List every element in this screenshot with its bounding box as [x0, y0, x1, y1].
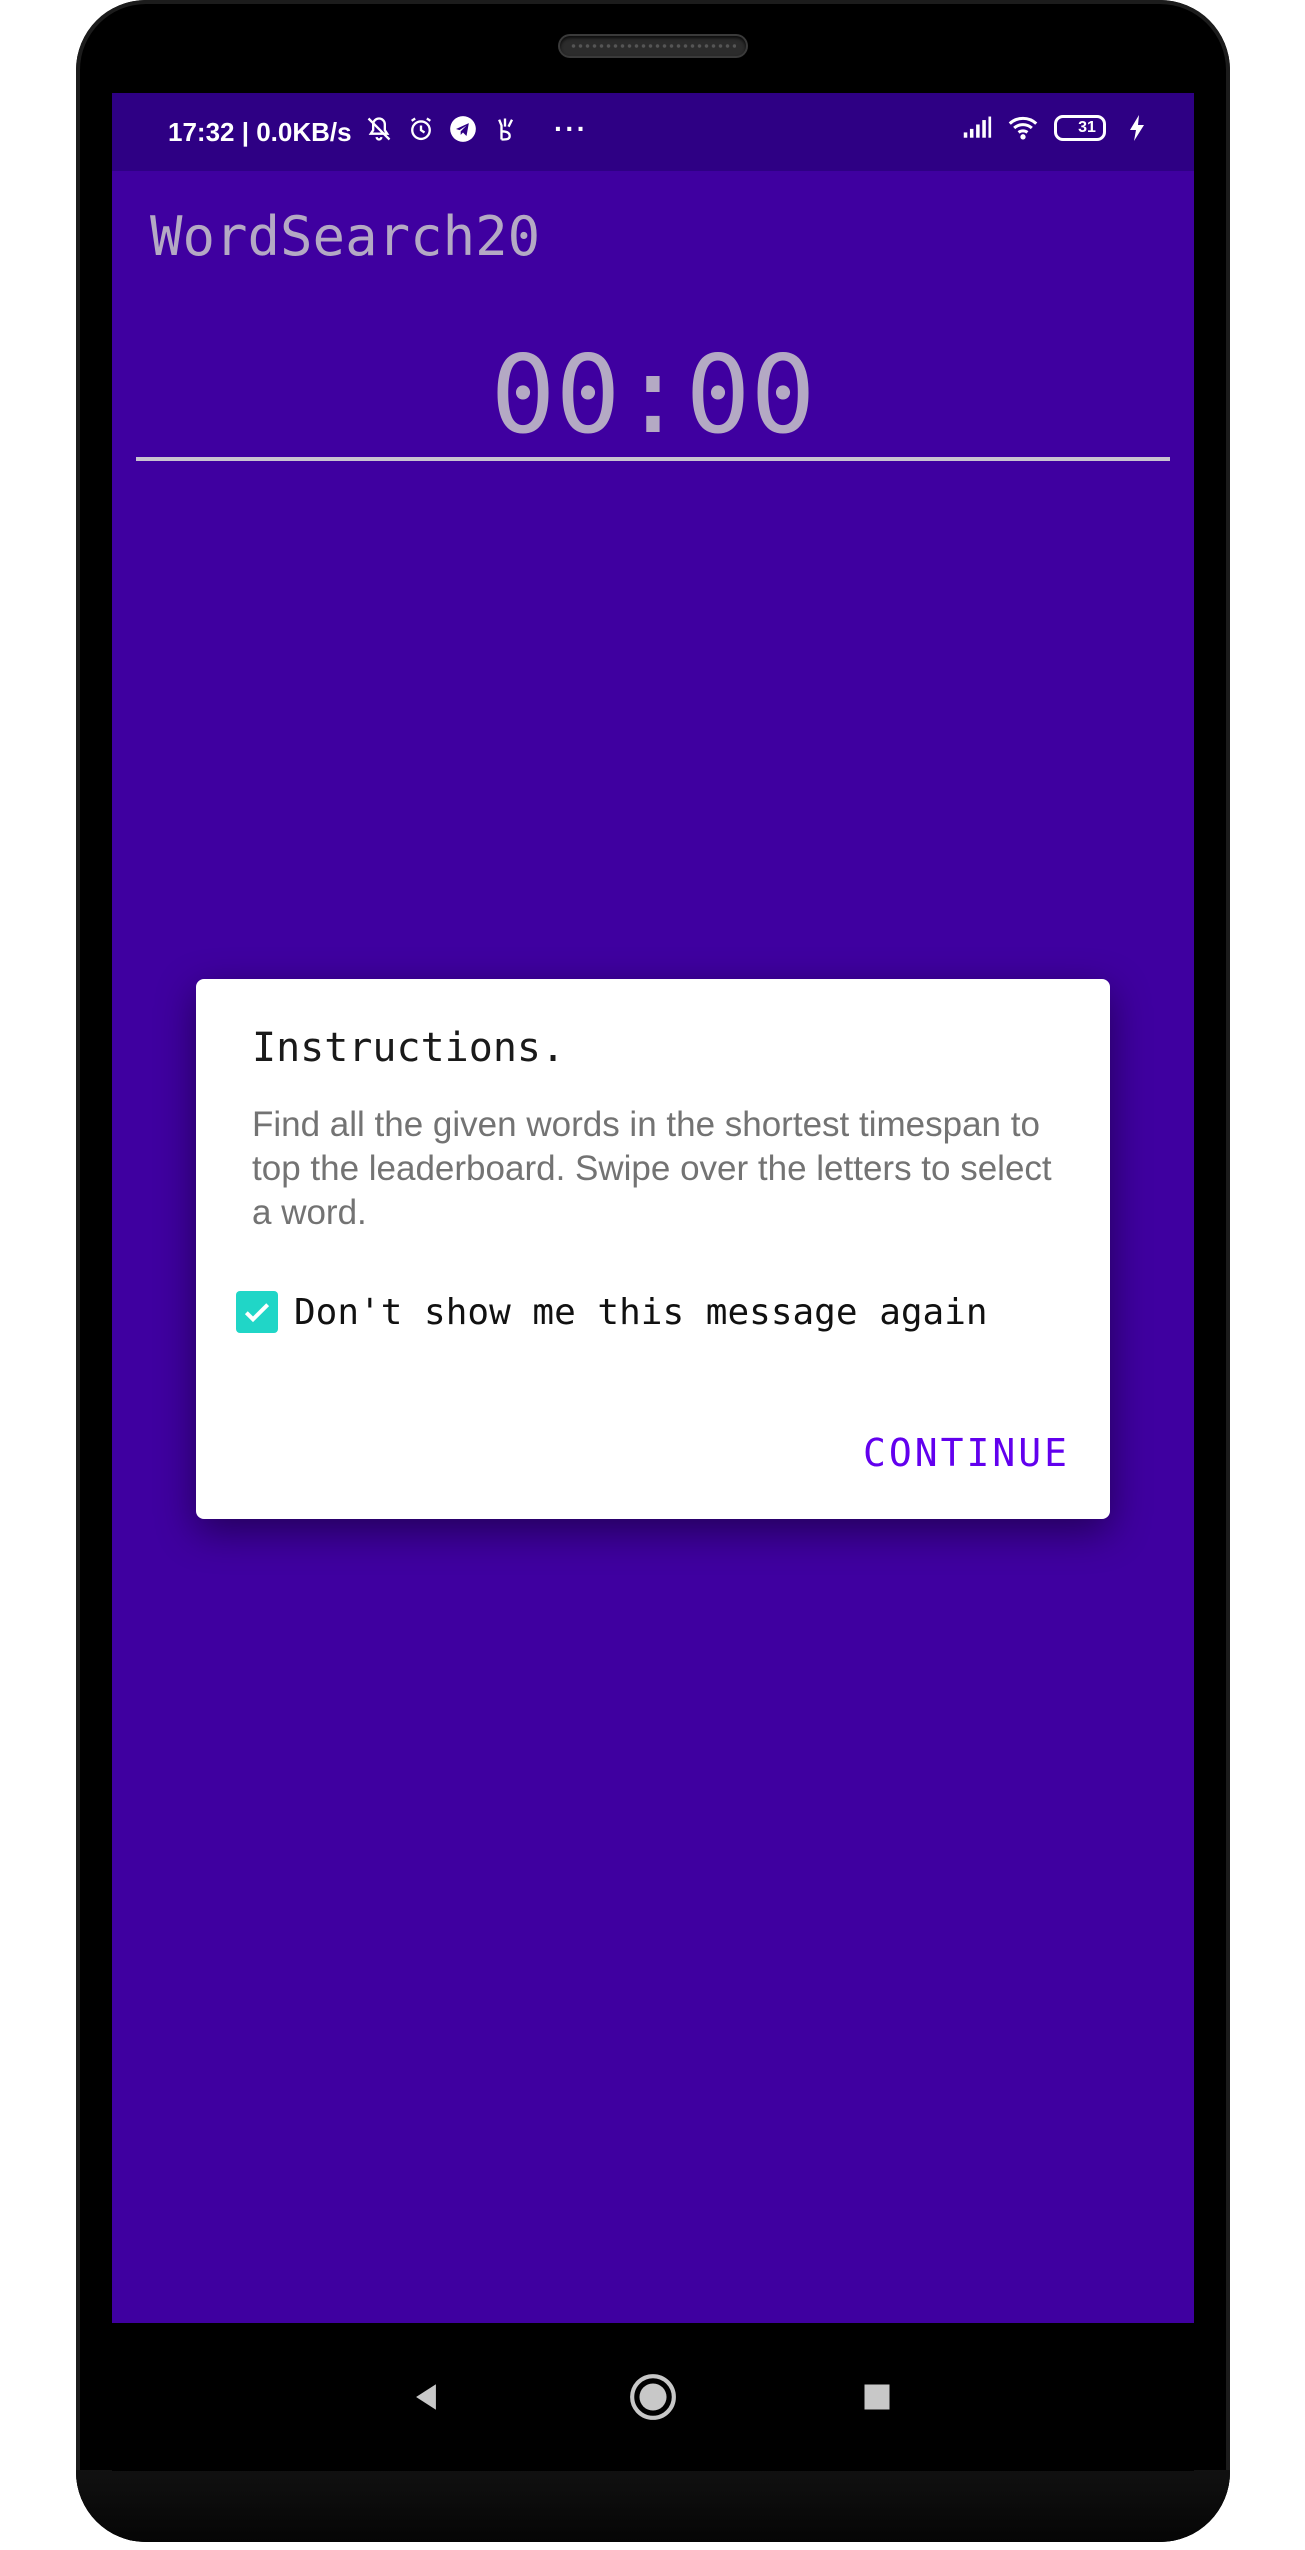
dont-show-again-checkbox[interactable] [236, 1291, 278, 1333]
continue-button[interactable]: CONTINUE [863, 1431, 1070, 1475]
earpiece-speaker [560, 36, 746, 56]
signal-icon [962, 113, 992, 143]
gesture-icon [490, 114, 520, 144]
dialog-message: Find all the given words in the shortest… [252, 1105, 1052, 1232]
status-bar: 17:32 | 0.0KB/s ··· 31 [112, 93, 1194, 171]
battery-level: 31 [1078, 119, 1096, 136]
telegram-icon [448, 114, 478, 144]
timer-divider [136, 457, 1170, 461]
dialog-title: Instructions. [252, 1025, 566, 1071]
more-notifications: ··· [554, 113, 588, 144]
battery-icon: 31 [1054, 115, 1106, 141]
charging-icon [1122, 113, 1152, 143]
home-button[interactable] [613, 2357, 693, 2437]
phone-chin [76, 2470, 1230, 2542]
dont-show-again-label[interactable]: Don't show me this message again [294, 1292, 988, 1333]
status-icons-left: ··· [364, 113, 588, 145]
status-icons-right: 31 [962, 113, 1152, 143]
dont-show-again-row[interactable]: Don't show me this message again [236, 1291, 988, 1333]
instructions-dialog: Instructions. Find all the given words i… [196, 979, 1110, 1519]
mute-bell-icon [364, 114, 394, 144]
status-time: 17:32 | 0.0KB/s [168, 117, 352, 147]
recents-button[interactable] [837, 2357, 917, 2437]
back-button[interactable] [386, 2357, 466, 2437]
recents-icon [864, 2384, 890, 2410]
screen: 17:32 | 0.0KB/s ··· 31 WordSearch20 00:0… [112, 93, 1194, 2323]
app-title: WordSearch20 [150, 205, 541, 268]
checkmark-icon [244, 1303, 270, 1323]
alarm-icon [406, 114, 436, 144]
navigation-bar [112, 2323, 1194, 2471]
home-icon [630, 2374, 676, 2420]
game-timer: 00:00 [490, 333, 816, 458]
back-icon [416, 2384, 436, 2410]
wifi-icon [1008, 113, 1038, 143]
